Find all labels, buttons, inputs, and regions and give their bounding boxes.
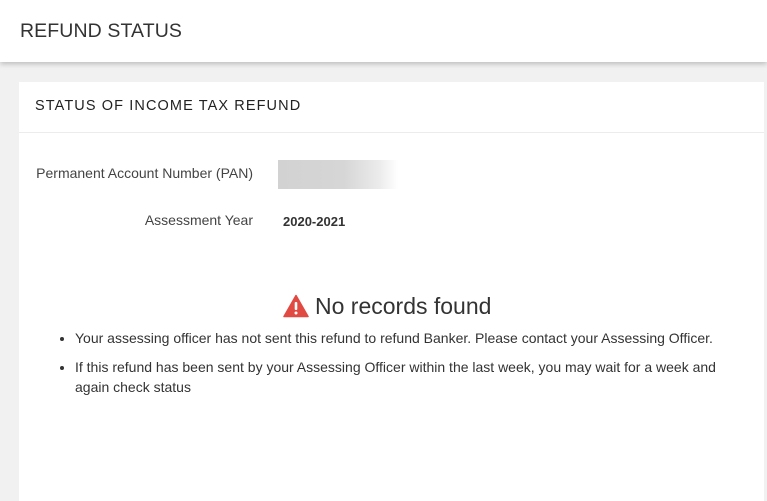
pan-row: Permanent Account Number (PAN)	[19, 165, 253, 185]
status-message: If this refund has been sent by your Ass…	[75, 357, 735, 397]
card-header: STATUS OF INCOME TAX REFUND	[19, 82, 764, 133]
assessment-year-value: 2020-2021	[283, 214, 346, 229]
warning-triangle-icon	[283, 294, 309, 318]
card-title: STATUS OF INCOME TAX REFUND	[35, 98, 302, 114]
no-records-text: No records found	[315, 292, 492, 319]
assessment-year-row: Assessment Year	[19, 212, 253, 232]
no-records-heading: No records found	[283, 291, 491, 321]
pan-label: Permanent Account Number (PAN)	[36, 165, 253, 181]
refund-status-card: STATUS OF INCOME TAX REFUND Permanent Ac…	[19, 82, 764, 501]
pan-value-redacted	[278, 160, 398, 189]
status-message: Your assessing officer has not sent this…	[75, 328, 735, 348]
page-header: REFUND STATUS	[0, 0, 767, 62]
assessment-year-label: Assessment Year	[144, 212, 253, 228]
status-messages-list: Your assessing officer has not sent this…	[75, 328, 735, 406]
page-title: REFUND STATUS	[20, 20, 182, 42]
